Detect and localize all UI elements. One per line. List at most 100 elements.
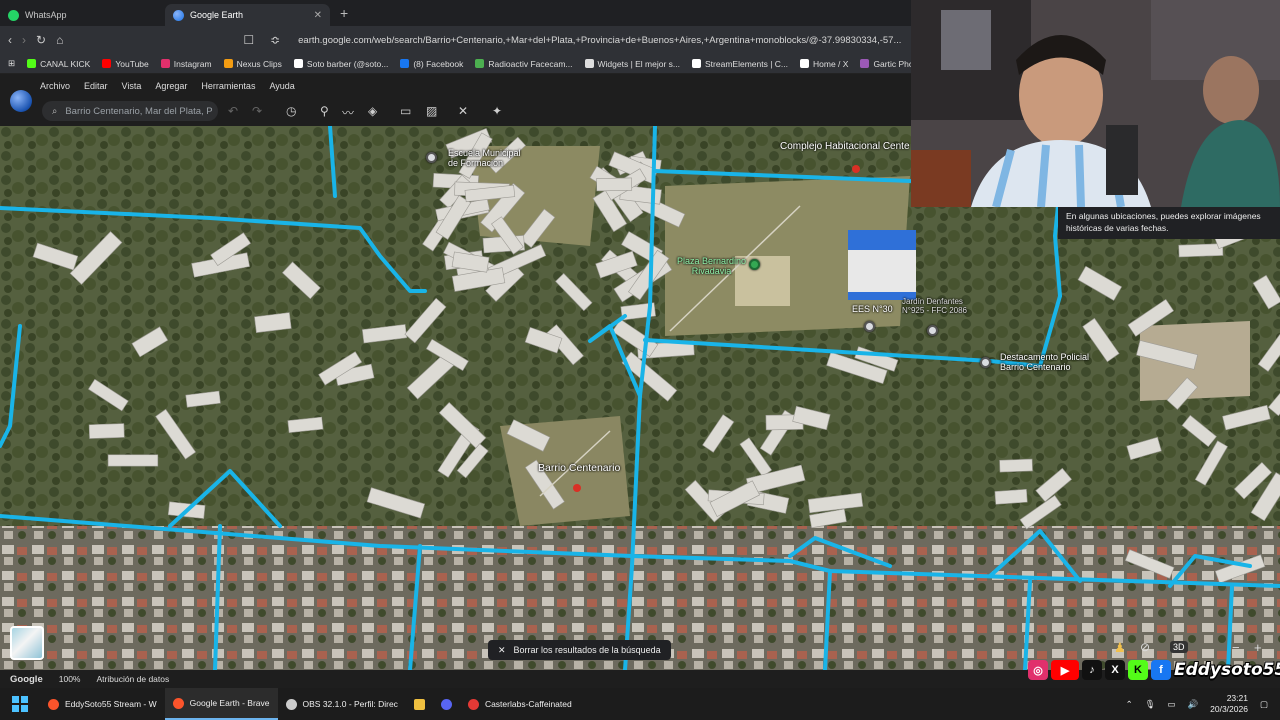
clear-search-results-button[interactable]: ✕ Borrar los resultados de la búsqueda [488,640,671,660]
volume-icon[interactable]: 🔊 [1188,699,1199,710]
path-icon[interactable]: 〰 [342,104,354,121]
taskbar-item[interactable]: Casterlabs-Caffeinated [460,688,580,720]
history-icon[interactable]: ◷ [286,104,296,118]
label-complejo: Complejo Habitacional Cente [780,141,910,152]
apps-grid-icon[interactable]: ⊞ [8,58,15,69]
bookmark-item[interactable]: Soto barber (@soto... [293,59,388,69]
forward-icon[interactable]: › [22,33,26,47]
kick-icon: K [1128,660,1148,680]
menu-editar[interactable]: Editar [84,81,108,91]
youtube-icon [102,59,112,68]
tab-whatsapp[interactable]: WhatsApp [0,4,165,26]
hide-imagery-icon[interactable]: ⊘ [1140,640,1150,654]
school-pin-icon[interactable] [927,325,938,336]
site-info-icon[interactable]: ≎ [270,33,280,47]
search-input[interactable]: ⌕ Barrio Centenario, Mar del Plata, P [42,101,218,121]
menu-vista[interactable]: Vista [122,81,142,91]
network-icon[interactable]: ▭ [1168,699,1176,710]
x-icon [800,59,809,68]
3d-toggle-button[interactable]: 3D [1170,641,1188,653]
folder-icon [413,698,425,710]
bookmark-item[interactable]: StreamElements | C... [692,59,788,69]
layers-icon[interactable]: ◈ [368,104,377,118]
tray-expand-icon[interactable]: ⌃ [1126,699,1133,710]
bookmark-item[interactable]: Instagram [160,59,212,69]
menu-archivo[interactable]: Archivo [40,81,70,91]
map-style-thumbnail[interactable] [10,626,44,660]
undo-icon[interactable]: ↶ [228,104,238,118]
widgets-icon [584,59,594,68]
school-pin-icon[interactable] [864,321,875,332]
url-input[interactable]: earth.google.com/web/search/Barrio+Cente… [298,35,901,46]
windows-taskbar: EddySoto55 Stream - W Google Earth - Bra… [0,688,1280,720]
taskbar-item[interactable] [433,688,460,720]
tab-google-earth[interactable]: Google Earth ✕ [165,4,330,26]
webcam-image [911,0,1280,207]
image-icon[interactable]: ▨ [426,104,437,118]
bookmark-item[interactable]: Widgets | El mejor s... [584,59,680,69]
pegman-icon[interactable]: ♟ [1114,640,1126,656]
taskbar-item-active[interactable]: Google Earth - Brave [164,688,278,720]
close-tab-icon[interactable]: ✕ [314,10,322,21]
casterlabs-icon [467,698,479,710]
menu-herramientas[interactable]: Herramientas [201,81,255,91]
home-icon[interactable]: ⌂ [56,33,63,47]
redo-icon[interactable]: ↷ [252,104,262,118]
whatsapp-icon [8,9,19,21]
menu-agregar[interactable]: Agregar [155,81,187,91]
earth-logo-icon[interactable] [10,90,32,112]
label-escuela: Escuela Municipal de Formacion [448,148,521,168]
zoom-out-icon[interactable]: − [1232,640,1240,655]
zoom-level[interactable]: 100% [59,674,81,684]
placemark-icon[interactable]: ⚲ [320,104,329,118]
radioactiv-icon [475,59,485,68]
microphone-icon[interactable]: 🎙 [1145,699,1156,710]
bookmark-item[interactable]: Nexus Clips [223,59,282,69]
park-pin-icon[interactable] [749,259,760,270]
search-result-marker[interactable] [573,484,581,492]
taskbar-item[interactable]: EddySoto55 Stream - W [40,688,165,720]
reload-icon[interactable]: ↻ [36,33,46,47]
sparkle-icon[interactable]: ✦ [492,104,502,118]
police-pin-icon[interactable] [980,357,991,368]
poi-marker[interactable] [852,165,860,173]
measure-icon[interactable]: ▭ [400,104,411,118]
instagram-icon: ◎ [1028,660,1048,680]
bookmark-item[interactable]: Radioactiv Facecam... [475,59,573,69]
label-barrio-centenario: Barrio Centenario [538,462,621,474]
windows-icon [12,696,28,712]
bookmark-item[interactable]: Home / X [800,59,848,69]
label-jardin: Jardín Denfantes N°925 - FFC 2086 [902,297,968,315]
label-plaza: Plaza Bernardino Rivadavia [677,256,747,276]
zoom-in-icon[interactable]: + [1254,640,1262,655]
obs-icon [285,698,297,710]
data-attribution-link[interactable]: Atribución de datos [96,674,169,684]
satellite-icon[interactable]: ✕ [458,104,468,118]
bookmark-icon[interactable]: ☐ [243,33,254,47]
historical-imagery-tooltip: En algunas ubicaciones, puedes explorar … [1058,207,1280,239]
webcam-feed [911,0,1280,207]
taskbar-item[interactable]: OBS 32.1.0 - Perfil: Direc [278,688,406,720]
notifications-icon[interactable]: ▢ [1260,699,1268,710]
school-pin-icon[interactable] [426,152,437,163]
x-icon: X [1105,660,1125,680]
stream-social-overlay: ◎ ▶ ♪ X K f Eddysoto55 [1028,658,1280,682]
label-destacamento: Destacamento Policial Barrio Centenario [1000,352,1090,372]
taskbar-item[interactable] [406,688,433,720]
brave-icon [172,697,184,709]
bookmark-item[interactable]: YouTube [102,59,149,69]
gartic-icon [860,59,870,68]
new-tab-button[interactable]: + [340,5,348,21]
start-button[interactable] [0,688,40,720]
back-icon[interactable]: ‹ [8,33,12,47]
apartment-block [88,423,125,439]
brave-icon [48,698,59,710]
bookmark-item[interactable]: (8) Facebook [400,59,463,69]
clock[interactable]: 23:21 20/3/2026 [1210,693,1248,715]
apartment-block [994,488,1028,505]
search-icon: ⌕ [52,105,58,117]
tiktok-icon [293,59,303,68]
menu-ayuda[interactable]: Ayuda [269,81,294,91]
discord-icon [440,698,452,710]
bookmark-item[interactable]: CANAL KICK [27,59,90,69]
